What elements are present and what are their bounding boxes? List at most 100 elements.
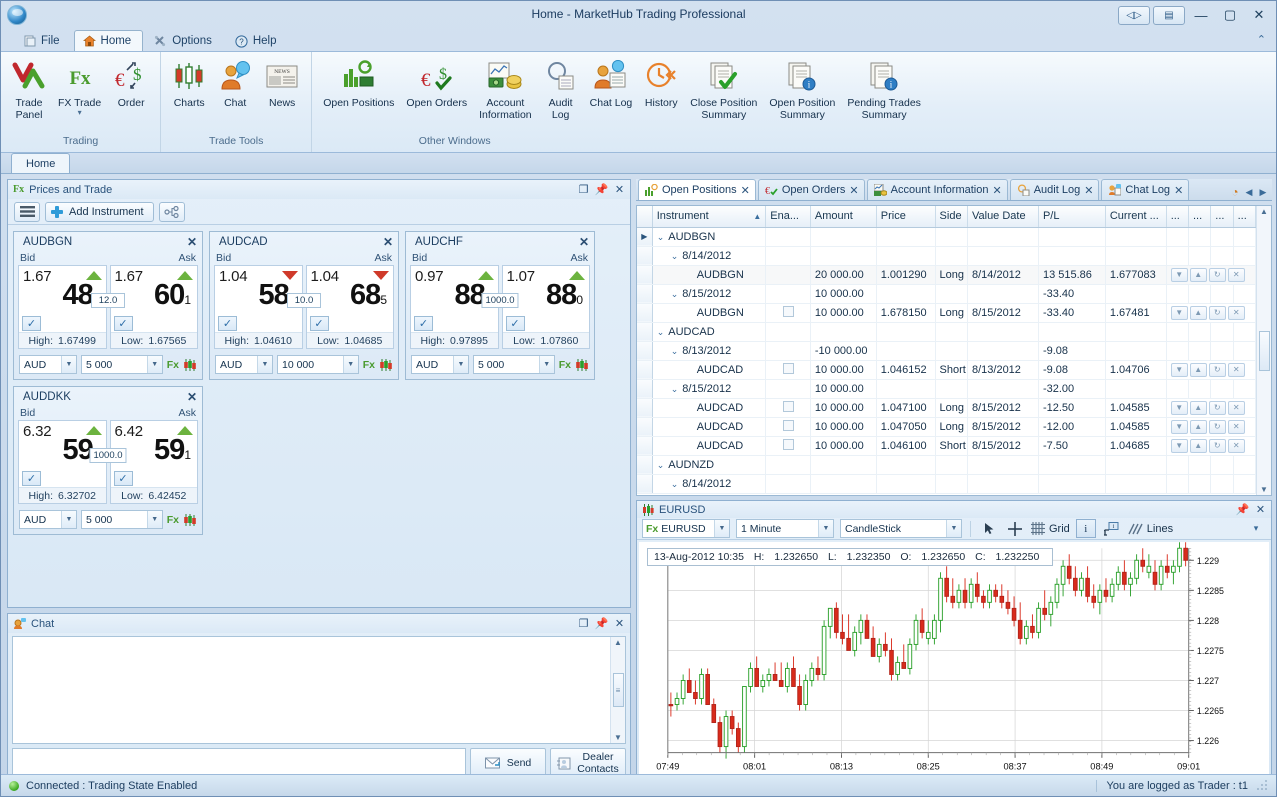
expand-icon[interactable]: ⌄ bbox=[671, 346, 683, 356]
cell-enabled[interactable] bbox=[765, 265, 811, 285]
tab-prev-button[interactable]: ◀ bbox=[1243, 187, 1255, 198]
open-orders-button[interactable]: € $ Open Orders bbox=[400, 55, 473, 109]
resize-grip-icon[interactable] bbox=[1256, 779, 1268, 792]
expand-icon[interactable]: ⌄ bbox=[657, 460, 669, 470]
crosshair-icon[interactable] bbox=[1005, 519, 1025, 538]
pointer-icon[interactable] bbox=[979, 519, 999, 538]
table-row[interactable]: AUDBGN 10 000.00 1.678150 Long 8/15/2012… bbox=[637, 303, 1256, 323]
expand-icon[interactable]: ⌄ bbox=[657, 327, 669, 337]
account-information-button[interactable]: Account Information bbox=[473, 55, 538, 121]
table-row[interactable]: AUDCAD 10 000.00 1.046100 Short 8/15/201… bbox=[637, 436, 1256, 456]
row-close-button[interactable]: ✕ bbox=[1227, 362, 1245, 377]
table-row[interactable]: ⌄ 8/15/2012 10 000.00 -33.40 bbox=[637, 284, 1256, 304]
expand-icon[interactable]: ⌄ bbox=[671, 384, 683, 394]
chart-instrument-select[interactable]: Fx EURUSD ▼ bbox=[642, 519, 730, 539]
open-positions-button[interactable]: Open Positions bbox=[317, 55, 400, 109]
chart-info-toggle[interactable]: i bbox=[1075, 519, 1096, 539]
pin-icon[interactable]: 📌 bbox=[1236, 503, 1250, 516]
lines-button[interactable]: Lines bbox=[1128, 519, 1173, 538]
table-row[interactable]: AUDBGN 20 000.00 1.001290 Long 8/14/2012… bbox=[637, 265, 1256, 285]
amount-select[interactable]: 5 000 ▼ bbox=[473, 355, 555, 374]
price-tile-audcad[interactable]: AUDCAD ✕ Bid Ask 10.0 1.04 58 5 bbox=[209, 231, 399, 380]
audit-log-button[interactable]: Audit Log bbox=[538, 55, 584, 121]
table-row[interactable]: ⌄ 8/14/2012 bbox=[637, 474, 1256, 494]
enabled-checkbox[interactable] bbox=[782, 305, 794, 317]
row-down-button[interactable]: ▼ bbox=[1170, 438, 1188, 453]
tab-account-information[interactable]: Account Information ✕ bbox=[866, 179, 1008, 200]
row-up-button[interactable]: ▲ bbox=[1189, 267, 1207, 282]
chat-button[interactable]: Chat bbox=[212, 55, 258, 109]
close-icon[interactable]: ✕ bbox=[383, 235, 393, 249]
collapse-ribbon-button[interactable]: ⌃ bbox=[1257, 33, 1266, 46]
add-instrument-button[interactable]: Add Instrument bbox=[45, 201, 154, 222]
pending-trades-summary-button[interactable]: i Pending Trades Summary bbox=[841, 55, 927, 121]
row-up-button[interactable]: ▲ bbox=[1189, 419, 1207, 434]
maximize-button[interactable]: ▢ bbox=[1217, 5, 1243, 25]
column-extra-4[interactable]: ... bbox=[1233, 206, 1256, 228]
column-extra-1[interactable]: ... bbox=[1166, 206, 1189, 228]
scroll-up-icon[interactable]: ▲ bbox=[1260, 207, 1268, 216]
cell-enabled[interactable] bbox=[765, 303, 811, 323]
cell-enabled[interactable] bbox=[765, 436, 811, 456]
close-icon[interactable]: ✕ bbox=[1254, 503, 1267, 516]
fx-icon[interactable]: Fx bbox=[363, 359, 375, 371]
close-icon[interactable]: ✕ bbox=[613, 183, 626, 196]
ask-confirm-icon[interactable]: ✓ bbox=[505, 316, 525, 331]
order-button[interactable]: € $ Order bbox=[107, 55, 155, 109]
row-down-button[interactable]: ▼ bbox=[1170, 267, 1188, 282]
price-tile-audbgn[interactable]: AUDBGN ✕ Bid Ask 12.0 1.67 48 1 bbox=[13, 231, 203, 380]
row-up-button[interactable]: ▲ bbox=[1189, 400, 1207, 415]
chart-toolbar-overflow[interactable]: ▾ bbox=[1246, 519, 1266, 538]
currency-select[interactable]: AUD ▼ bbox=[19, 355, 77, 374]
close-button[interactable]: ✕ bbox=[1246, 5, 1272, 25]
candlestick-icon[interactable] bbox=[379, 358, 393, 372]
scroll-down-icon[interactable]: ▼ bbox=[1260, 485, 1268, 494]
row-up-button[interactable]: ▲ bbox=[1189, 362, 1207, 377]
restore-icon[interactable]: ❐ bbox=[577, 617, 590, 630]
ask-confirm-icon[interactable]: ✓ bbox=[113, 471, 133, 486]
expand-icon[interactable]: ⌄ bbox=[671, 289, 683, 299]
column-value-date[interactable]: Value Date bbox=[967, 206, 1039, 228]
table-row[interactable]: ⌄ 8/13/2012 -10 000.00 -9.08 bbox=[637, 341, 1256, 361]
currency-select[interactable]: AUD ▼ bbox=[19, 510, 77, 529]
tab-open-positions[interactable]: Open Positions ✕ bbox=[638, 179, 756, 200]
row-close-button[interactable]: ✕ bbox=[1227, 438, 1245, 453]
row-rollover-button[interactable]: ↻ bbox=[1208, 267, 1226, 282]
ask-confirm-icon[interactable]: ✓ bbox=[113, 316, 133, 331]
tab-open-orders[interactable]: € Open Orders ✕ bbox=[757, 179, 865, 200]
minimize-button[interactable]: — bbox=[1188, 5, 1214, 25]
grid-vertical-scrollbar[interactable]: ▲ ▼ bbox=[1256, 206, 1271, 495]
fx-trade-button[interactable]: Fx FX Trade ▾ bbox=[52, 55, 107, 117]
currency-select[interactable]: AUD ▼ bbox=[411, 355, 469, 374]
table-row[interactable]: ⌄ AUDCAD bbox=[637, 322, 1256, 342]
row-rollover-button[interactable]: ↻ bbox=[1208, 419, 1226, 434]
price-tile-audchf[interactable]: AUDCHF ✕ Bid Ask 1000.0 0.97 880 bbox=[405, 231, 595, 380]
news-button[interactable]: NEWS News bbox=[258, 55, 306, 109]
history-button[interactable]: History bbox=[638, 55, 684, 109]
chart-type-select[interactable]: CandleStick ▼ bbox=[840, 519, 962, 539]
fx-icon[interactable]: Fx bbox=[167, 359, 179, 371]
column-enabled[interactable]: Ena... bbox=[765, 206, 811, 228]
expand-icon[interactable]: ⌄ bbox=[671, 251, 683, 261]
expand-icon[interactable]: ⌄ bbox=[657, 232, 669, 242]
grid-toggle-button[interactable]: Grid bbox=[1031, 519, 1070, 538]
column-current[interactable]: Current ... bbox=[1105, 206, 1167, 228]
scroll-thumb[interactable]: ≡ bbox=[612, 673, 624, 707]
cell-enabled[interactable] bbox=[765, 398, 811, 418]
close-icon[interactable]: ✕ bbox=[992, 184, 1001, 197]
close-icon[interactable]: ✕ bbox=[187, 235, 197, 249]
row-up-button[interactable]: ▲ bbox=[1189, 305, 1207, 320]
close-icon[interactable]: ✕ bbox=[849, 184, 858, 197]
column-pl[interactable]: P/L bbox=[1038, 206, 1106, 228]
annotate-icon[interactable]: i bbox=[1102, 519, 1122, 538]
bid-confirm-icon[interactable]: ✓ bbox=[218, 316, 237, 331]
row-close-button[interactable]: ✕ bbox=[1227, 267, 1245, 282]
restore-icon[interactable]: ❐ bbox=[577, 183, 590, 196]
amount-select[interactable]: 10 000 ▼ bbox=[277, 355, 359, 374]
close-icon[interactable]: ✕ bbox=[1084, 184, 1093, 197]
tab-audit-log[interactable]: Audit Log ✕ bbox=[1009, 179, 1100, 200]
quick-access-right-button[interactable]: ▤ bbox=[1153, 5, 1185, 25]
tab-next-button[interactable]: ▶ bbox=[1257, 187, 1269, 198]
row-rollover-button[interactable]: ↻ bbox=[1208, 400, 1226, 415]
ribbon-tab-options[interactable]: Options bbox=[145, 30, 224, 51]
